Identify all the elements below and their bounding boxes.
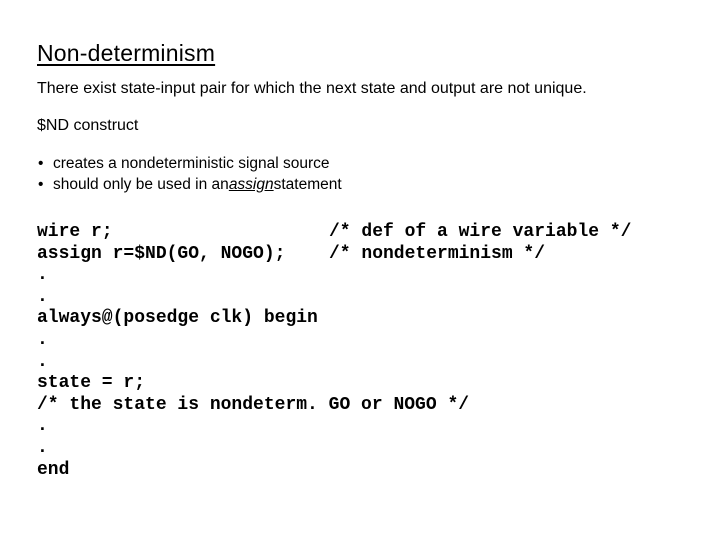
bullet-icon: • (38, 155, 44, 172)
slide-title: Non-determinism (37, 40, 216, 66)
code-line: . (37, 287, 631, 309)
code-line: end (37, 460, 631, 482)
code-line: . (37, 330, 631, 352)
code-statement: . (37, 286, 48, 307)
code-statement: . (37, 329, 48, 350)
code-block: wire r;/* def of a wire variable */assig… (37, 222, 631, 481)
code-line: . (37, 352, 631, 374)
code-statement: . (37, 437, 48, 458)
code-statement: end (37, 459, 70, 480)
code-line: . (37, 265, 631, 287)
bullet-text-tail: statement (273, 176, 342, 193)
bullet-list: • creates a nondeterministic signal sour… (37, 153, 342, 195)
code-statement: assign r=$ND(GO, NOGO); (37, 243, 286, 264)
code-line: wire r; /* def of a wire variable */ (37, 222, 631, 244)
bullet-item: • should only be used in an assign state… (37, 174, 342, 195)
code-statement: state = r; (37, 373, 146, 394)
code-statement: /* the state is nondeterm. GO or NOGO */ (37, 394, 470, 415)
code-statement: . (37, 351, 48, 372)
definition-text: There exist state-input pair for which t… (37, 80, 587, 97)
code-line: always@(posedge clk) begin (37, 308, 631, 330)
code-comment: /* def of a wire variable */ (329, 222, 632, 242)
bullet-icon: • (38, 176, 44, 193)
code-statement: . (37, 265, 48, 286)
bullet-item: • creates a nondeterministic signal sour… (37, 153, 342, 174)
construct-heading: $ND construct (37, 117, 139, 134)
assign-keyword: assign (228, 176, 274, 193)
code-line: assign r=$ND(GO, NOGO); /* nondeterminism… (37, 244, 631, 266)
code-line: state = r; (37, 373, 631, 395)
code-line: /* the state is nondeterm. GO or NOGO */ (37, 395, 631, 417)
code-line: . (37, 438, 631, 460)
code-statement: wire r; (37, 222, 113, 242)
code-statement: always@(posedge clk) begin (37, 308, 318, 329)
bullet-text: creates a nondeterministic signal source (53, 155, 330, 172)
code-statement: . (37, 416, 48, 437)
code-comment: /* nondeterminism */ (329, 243, 546, 264)
bullet-text: should only be used in an (53, 176, 229, 193)
code-line: . (37, 416, 631, 438)
